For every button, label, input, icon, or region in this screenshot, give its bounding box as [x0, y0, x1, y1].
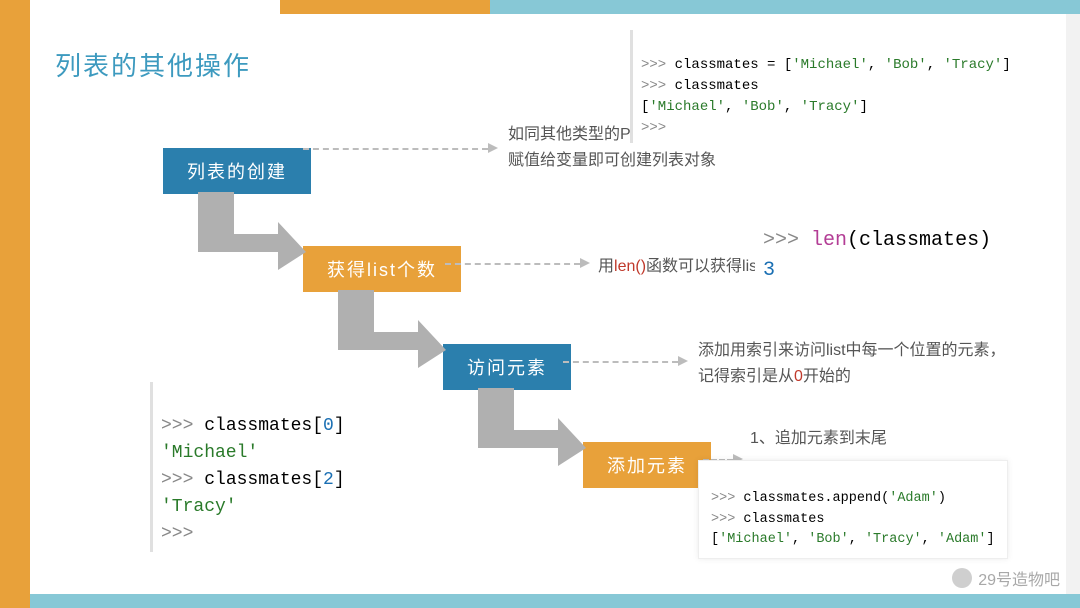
flow-arrow-3	[478, 388, 588, 471]
top-accent-orange	[280, 0, 490, 14]
dash-head-1	[488, 143, 498, 153]
step-access-element: 访问元素	[443, 344, 571, 390]
step-create-list: 列表的创建	[163, 148, 311, 194]
code-len: >>> len(classmates) 3	[755, 192, 999, 290]
dash-head-2	[580, 258, 590, 268]
right-border	[1066, 14, 1080, 594]
watermark-icon	[952, 568, 972, 588]
desc-len-fn: len()	[614, 258, 646, 275]
bottom-border	[30, 594, 1080, 608]
step-get-length: 获得list个数	[303, 246, 461, 292]
top-accent-blue	[490, 0, 1080, 14]
flow-arrow-2	[338, 290, 448, 373]
desc-index-zero: 0	[794, 368, 803, 385]
dash-arrow-3	[563, 361, 678, 363]
code-index: >>> classmates[0] 'Michael' >>> classmat…	[150, 382, 353, 552]
step-add-element: 添加元素	[583, 442, 711, 488]
desc-index-l2a: 记得索引是从	[698, 368, 794, 385]
flow-arrow-1	[198, 192, 308, 275]
desc-index-l1: 添加用索引来访问list中每一个位置的元素，	[698, 338, 1006, 364]
watermark: 29号造物吧	[952, 566, 1060, 590]
desc-create-l2: 赋值给变量即可创建列表对象	[508, 148, 955, 174]
dash-arrow-1	[303, 148, 488, 150]
code-classmates-define: >>> classmates = ['Michael', 'Bob', 'Tra…	[630, 30, 1019, 143]
page-title: 列表的其他操作	[55, 46, 251, 83]
dash-head-3	[678, 356, 688, 366]
code-append: >>> classmates.append('Adam') >>> classm…	[698, 460, 1008, 559]
desc-index-l2b: 开始的	[803, 368, 851, 385]
left-border	[0, 0, 30, 608]
dash-arrow-2	[445, 263, 580, 265]
desc-len-prefix: 用	[598, 258, 614, 275]
watermark-text: 29号造物吧	[978, 566, 1060, 590]
desc-index: 添加用索引来访问list中每一个位置的元素， 记得索引是从0开始的	[698, 338, 1006, 389]
desc-append: 1、追加元素到末尾	[750, 426, 887, 452]
